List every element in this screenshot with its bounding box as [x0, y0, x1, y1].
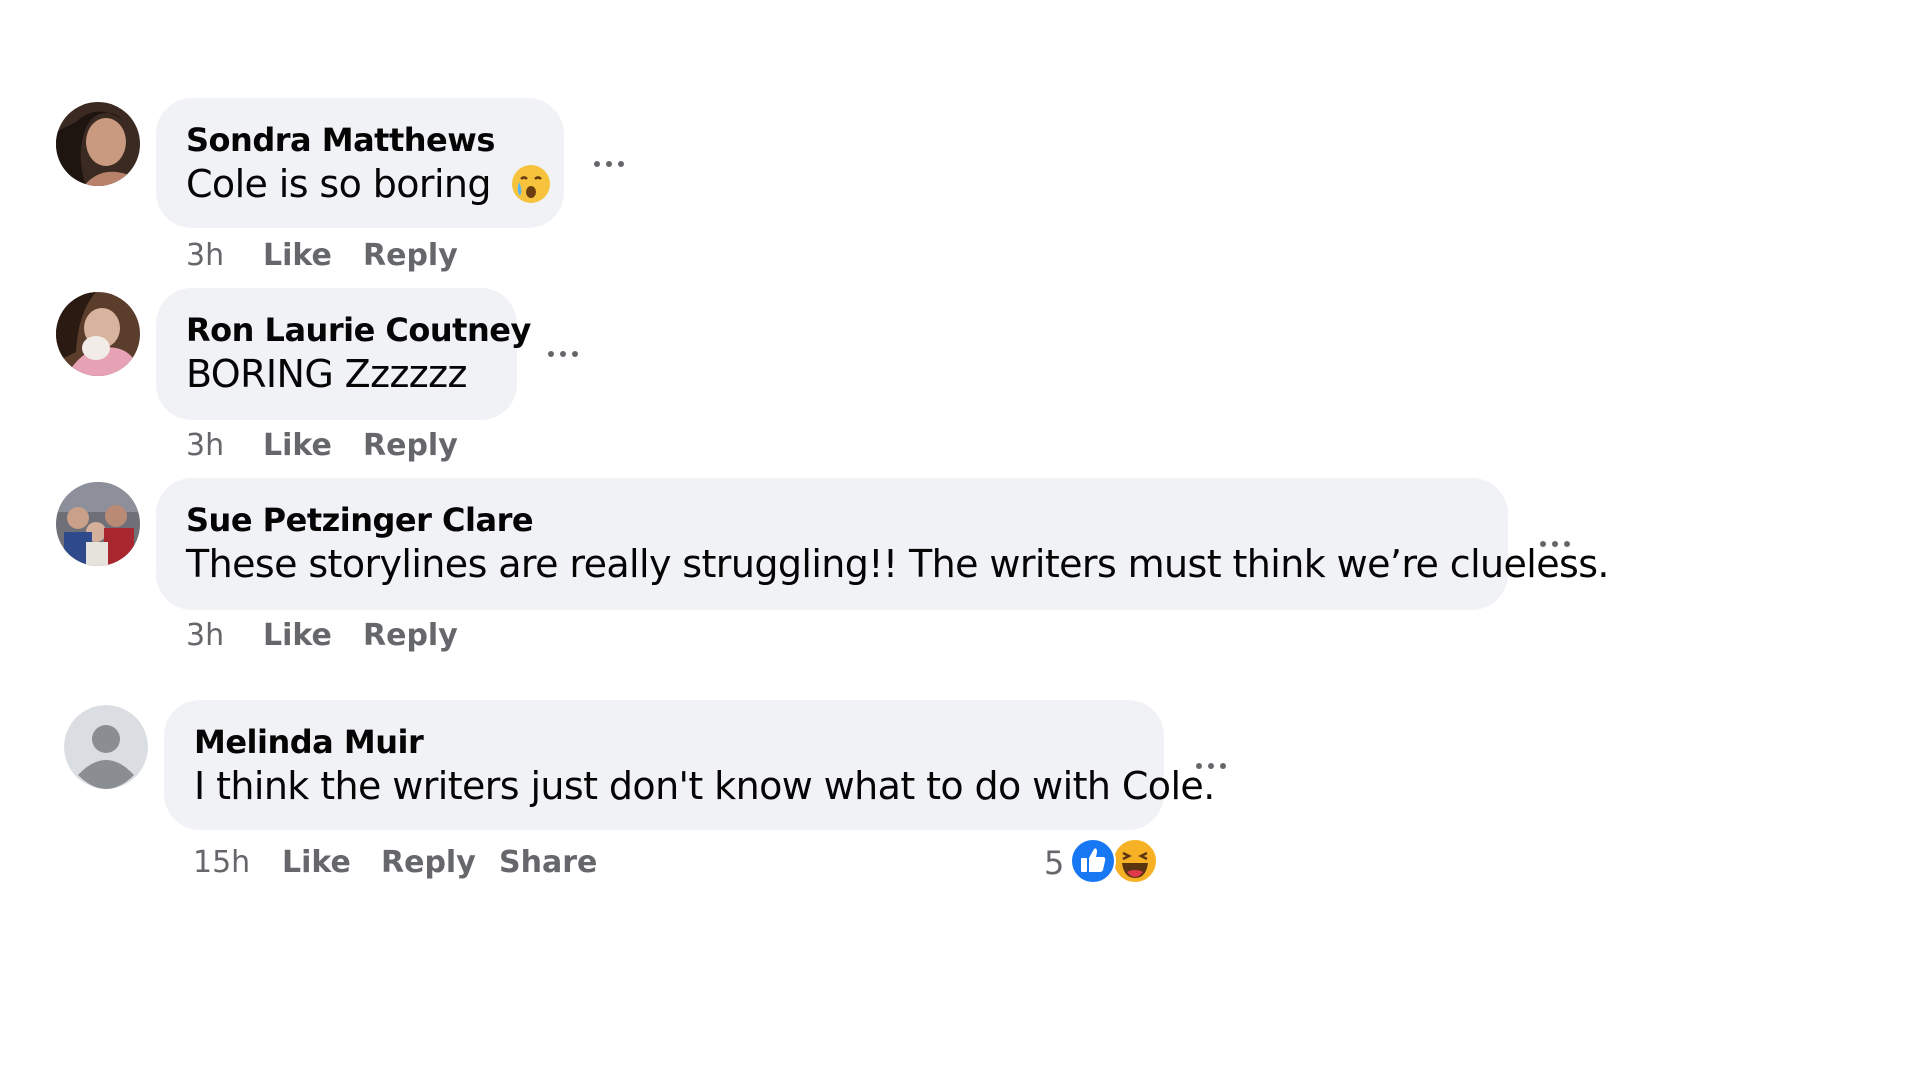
reply-button[interactable]: Reply [363, 618, 458, 654]
comment-text: BORING Zzzzzz [186, 352, 467, 396]
more-options-icon[interactable] [594, 159, 630, 169]
avatar[interactable] [56, 292, 140, 376]
comment-author[interactable]: Ron Laurie Coutney [186, 310, 531, 350]
comment-bubble: Melinda Muir I think the writers just do… [164, 700, 1215, 830]
like-button[interactable]: Like [263, 618, 332, 654]
comment-timestamp[interactable]: 3h [186, 618, 224, 654]
comment-timestamp[interactable]: 15h [193, 845, 250, 881]
like-button[interactable]: Like [263, 428, 332, 464]
reply-button[interactable]: Reply [363, 428, 458, 464]
comment-timestamp[interactable]: 3h [186, 428, 224, 464]
more-options-icon[interactable] [548, 349, 584, 359]
comment-author[interactable]: Sondra Matthews [186, 120, 534, 160]
avatar[interactable] [56, 482, 140, 566]
comment-text: I think the writers just don't know what… [194, 764, 1215, 808]
reply-button[interactable]: Reply [363, 238, 458, 274]
more-options-icon[interactable] [1196, 761, 1232, 771]
reaction-count[interactable]: 5 [1044, 845, 1064, 881]
comment-author[interactable]: Melinda Muir [194, 722, 1134, 762]
share-button[interactable]: Share [499, 845, 597, 881]
crying-face-emoji-icon [510, 163, 552, 216]
reply-button[interactable]: Reply [381, 845, 476, 881]
comment-text-body: Cole is so boring [186, 162, 492, 206]
comment-timestamp[interactable]: 3h [186, 238, 224, 274]
like-reaction-icon[interactable] [1070, 838, 1116, 884]
comment-bubble: Sue Petzinger Clare These storylines are… [156, 478, 1610, 610]
comment-bubble: Ron Laurie Coutney BORING Zzzzzz [156, 288, 531, 420]
comment-author[interactable]: Sue Petzinger Clare [186, 500, 1478, 540]
comment-bubble: Sondra Matthews Cole is so boring [156, 98, 564, 228]
default-avatar-icon[interactable] [64, 705, 148, 789]
like-button[interactable]: Like [282, 845, 351, 881]
avatar[interactable] [56, 102, 140, 186]
comment-text: Cole is so boring [186, 160, 551, 216]
haha-reaction-icon[interactable] [1112, 838, 1158, 884]
comment-text: These storylines are really struggling!!… [186, 542, 1610, 586]
more-options-icon[interactable] [1540, 539, 1576, 549]
like-button[interactable]: Like [263, 238, 332, 274]
